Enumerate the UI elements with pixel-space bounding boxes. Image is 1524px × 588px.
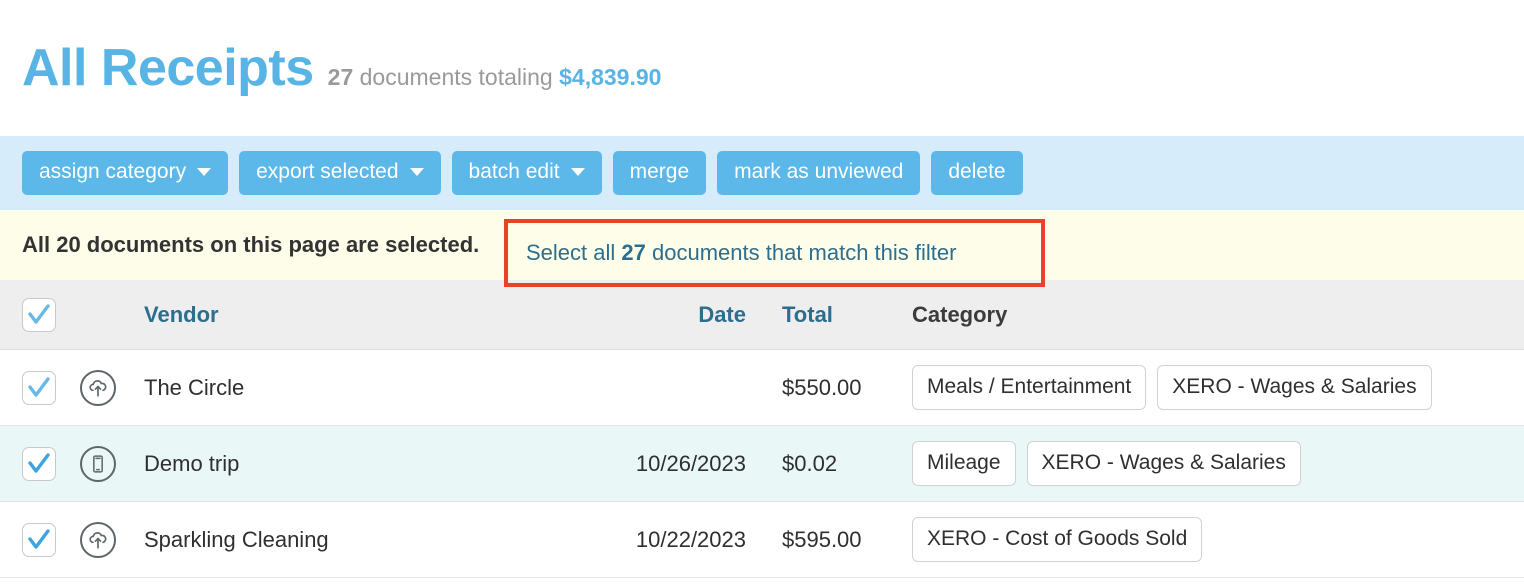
row-total: $595.00	[782, 526, 862, 552]
mark-as-unviewed-button[interactable]: mark as unviewed	[717, 151, 921, 195]
chevron-down-icon	[570, 168, 585, 176]
row-checkbox[interactable]	[22, 446, 56, 481]
checkmark-icon	[28, 376, 50, 397]
row-checkbox[interactable]	[22, 522, 56, 557]
select-all-matching-link[interactable]: Select all 27 documents that match this …	[526, 240, 956, 266]
export-selected-button[interactable]: export selected	[239, 151, 441, 195]
table-header-row: Vendor Date Total Category	[0, 280, 1524, 350]
row-source-cell	[80, 521, 144, 558]
delete-label: delete	[948, 160, 1006, 184]
category-chip[interactable]: XERO - Wages & Salaries	[1026, 440, 1301, 487]
row-source-cell	[80, 445, 144, 482]
table-row[interactable]: Sparkling Cleaning 10/22/2023 $595.00 XE…	[0, 502, 1524, 578]
cloud-upload-glyph	[89, 379, 107, 397]
row-vendor: The Circle	[144, 374, 245, 400]
row-categories: Mileage XERO - Wages & Salaries	[904, 440, 1524, 487]
category-chip[interactable]: Mileage	[912, 440, 1016, 487]
export-selected-label: export selected	[256, 160, 399, 184]
category-chip[interactable]: XERO - Cost of Goods Sold	[912, 516, 1203, 563]
category-chip[interactable]: Meals / Entertainment	[912, 364, 1147, 411]
checkmark-icon	[28, 452, 50, 473]
row-vendor: Demo trip	[144, 450, 240, 476]
page-header: All Receipts 27 documents totaling $4,83…	[0, 0, 1524, 136]
row-categories: Meals / Entertainment XERO - Wages & Sal…	[904, 364, 1524, 411]
row-select-cell	[0, 522, 80, 557]
table-row[interactable]: Demo trip 10/26/2023 $0.02 Mileage XERO …	[0, 426, 1524, 502]
checkmark-icon	[28, 528, 50, 549]
row-source-cell	[80, 369, 144, 406]
merge-button[interactable]: merge	[612, 151, 707, 195]
cloud-upload-icon	[80, 521, 116, 558]
column-header-date[interactable]: Date	[564, 302, 754, 328]
row-categories: XERO - Cost of Goods Sold	[904, 516, 1524, 563]
chevron-down-icon	[197, 168, 212, 176]
selection-message: All 20 documents on this page are select…	[22, 232, 480, 257]
select-all-checkbox[interactable]	[22, 297, 56, 332]
select-all-count: 27	[621, 240, 646, 265]
documents-totaling-label: documents totaling	[359, 64, 553, 90]
row-select-cell	[0, 370, 80, 405]
total-amount: $4,839.90	[559, 64, 662, 90]
select-all-highlight-box: Select all 27 documents that match this …	[504, 219, 1045, 287]
row-date: 10/22/2023	[635, 526, 746, 552]
select-all-suffix: documents that match this filter	[645, 240, 957, 265]
cloud-upload-glyph	[89, 531, 107, 549]
row-total: $0.02	[782, 450, 838, 476]
category-chip[interactable]: XERO - Wages & Salaries	[1157, 364, 1432, 411]
mobile-phone-icon	[80, 445, 116, 482]
column-header-category: Category	[912, 301, 1008, 327]
batch-edit-label: batch edit	[468, 160, 560, 184]
title-line: All Receipts 27 documents totaling $4,83…	[22, 42, 661, 94]
merge-label: merge	[629, 160, 690, 184]
assign-category-label: assign category	[39, 160, 187, 184]
row-date: 10/26/2023	[635, 450, 746, 476]
page-title: All Receipts	[22, 39, 314, 97]
action-toolbar: assign category export selected batch ed…	[0, 136, 1524, 210]
select-all-cell	[0, 297, 80, 332]
table-row[interactable]: The Circle $550.00 Meals / Entertainment…	[0, 350, 1524, 426]
selection-banner: All 20 documents on this page are select…	[0, 210, 1524, 287]
column-header-total[interactable]: Total	[754, 302, 904, 328]
row-checkbox[interactable]	[22, 370, 56, 405]
cloud-upload-icon	[80, 369, 116, 406]
delete-button[interactable]: delete	[931, 151, 1023, 195]
mobile-phone-glyph	[93, 454, 103, 473]
row-vendor: Sparkling Cleaning	[144, 526, 329, 552]
column-header-vendor[interactable]: Vendor	[144, 302, 564, 328]
chevron-down-icon	[409, 168, 424, 176]
assign-category-button[interactable]: assign category	[22, 151, 229, 195]
documents-table: Vendor Date Total Category The Circle $5…	[0, 280, 1524, 578]
row-select-cell	[0, 446, 80, 481]
select-all-prefix: Select all	[526, 240, 622, 265]
row-total: $550.00	[782, 374, 862, 400]
batch-edit-button[interactable]: batch edit	[451, 151, 602, 195]
document-count: 27	[327, 64, 354, 90]
checkmark-icon	[28, 303, 50, 324]
mark-as-unviewed-label: mark as unviewed	[734, 160, 904, 184]
page-subtitle: 27 documents totaling $4,839.90	[328, 64, 662, 91]
